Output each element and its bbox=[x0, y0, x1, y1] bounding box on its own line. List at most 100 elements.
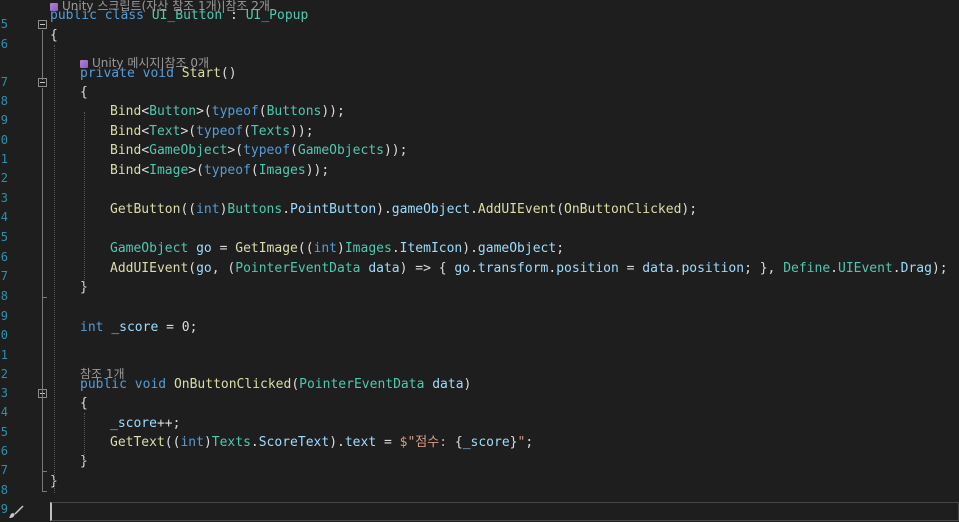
code-token: transform bbox=[477, 261, 549, 276]
code-token: Bind bbox=[110, 124, 142, 139]
code-token: ); bbox=[931, 261, 948, 276]
code-token: int bbox=[313, 241, 338, 256]
code-token: Text bbox=[149, 124, 181, 139]
code-line[interactable]: GetText((int)Texts.ScoreText).text = $"점… bbox=[110, 433, 533, 452]
line-number: 1 bbox=[0, 152, 8, 166]
line-number: 4 bbox=[0, 210, 8, 224]
code-token: _score bbox=[462, 435, 510, 450]
code-token: ( bbox=[250, 163, 259, 178]
code-token: Bind bbox=[110, 143, 142, 158]
code-token: AddUIEvent bbox=[477, 202, 557, 217]
code-token: GetText bbox=[110, 435, 165, 450]
code-token: ( bbox=[556, 202, 565, 217]
code-token: . bbox=[470, 261, 478, 276]
line-number: 9 bbox=[0, 502, 8, 516]
line-number: 4 bbox=[0, 405, 8, 419]
code-token: PointerEventData bbox=[299, 377, 425, 392]
code-token: _score bbox=[110, 416, 157, 431]
code-token: . bbox=[470, 202, 478, 217]
code-line[interactable]: Bind<GameObject>(typeof(GameObjects)); bbox=[110, 141, 407, 160]
line-number: 6 bbox=[0, 250, 8, 264]
code-token: (( bbox=[297, 241, 314, 256]
line-number: 9 bbox=[0, 113, 8, 127]
line-number: 3 bbox=[0, 386, 8, 400]
code-token: UIEvent bbox=[838, 261, 893, 276]
code-line[interactable]: { bbox=[50, 26, 58, 45]
quick-actions-brush-icon[interactable] bbox=[8, 505, 24, 519]
code-token: (( bbox=[164, 435, 181, 450]
line-number: 1 bbox=[0, 348, 8, 362]
code-token: GameObjects bbox=[297, 143, 384, 158]
code-token: ). bbox=[376, 202, 392, 217]
code-token: OnButtonClicked bbox=[173, 377, 292, 392]
code-token: ; bbox=[556, 241, 565, 256]
code-line[interactable]: _score++; bbox=[110, 414, 180, 433]
code-line[interactable]: { bbox=[80, 394, 88, 413]
code-token: >( bbox=[227, 143, 244, 158]
code-line[interactable]: GetButton((int)Buttons.PointButton).game… bbox=[110, 200, 697, 219]
code-token: . bbox=[548, 261, 557, 276]
code-token: ) bbox=[203, 435, 212, 450]
code-line[interactable]: public void OnButtonClicked(PointerEvent… bbox=[80, 375, 471, 394]
code-token: Images bbox=[258, 163, 306, 178]
code-token: < bbox=[141, 143, 150, 158]
codelens-class[interactable]: Unity 스크립트(자산 참조 1개)|참조 2개 bbox=[50, 0, 270, 16]
codelens-start[interactable]: Unity 메시지|참조 0개 bbox=[80, 54, 209, 73]
line-number: 0 bbox=[0, 328, 8, 342]
code-token: < bbox=[141, 124, 150, 139]
line-number: 6 bbox=[0, 444, 8, 458]
code-token: ( bbox=[188, 261, 197, 276]
current-line-highlight[interactable] bbox=[50, 502, 959, 521]
code-token: gameObject bbox=[477, 241, 557, 256]
code-token: text bbox=[344, 435, 377, 450]
line-number: 2 bbox=[0, 367, 8, 381]
code-token: gameObject bbox=[391, 202, 471, 217]
line-number: 7 bbox=[0, 269, 8, 283]
code-token: (( bbox=[180, 202, 197, 217]
code-token: } bbox=[509, 435, 518, 450]
code-token: data bbox=[432, 377, 464, 392]
code-line[interactable]: Bind<Text>(typeof(Texts)); bbox=[110, 122, 314, 141]
code-line[interactable]: { bbox=[80, 83, 88, 102]
codelens-onclick[interactable]: 참조 1개 bbox=[80, 365, 125, 384]
code-token: ) => { bbox=[399, 261, 455, 276]
code-line[interactable]: Bind<Image>(typeof(Images)); bbox=[110, 161, 329, 180]
code-token: ++; bbox=[156, 416, 181, 431]
code-token: GameObject bbox=[149, 143, 228, 158]
code-token: go bbox=[196, 261, 212, 276]
code-token: position bbox=[556, 261, 619, 276]
code-token: ( bbox=[291, 377, 300, 392]
code-token: ( bbox=[290, 143, 298, 158]
codelens-text: Unity 스크립트(자산 참조 1개)|참조 2개 bbox=[62, 0, 270, 13]
code-token: ; bbox=[189, 320, 198, 335]
indent-guide bbox=[54, 45, 55, 493]
line-number: 0 bbox=[0, 133, 8, 147]
line-number: 3 bbox=[0, 191, 8, 205]
code-line[interactable]: AddUIEvent(go, (PointerEventData data) =… bbox=[110, 259, 948, 278]
code-token: typeof bbox=[203, 163, 251, 178]
code-line[interactable]: Bind<Button>(typeof(Buttons)); bbox=[110, 102, 345, 121]
code-token: ( bbox=[243, 124, 251, 139]
code-line[interactable]: int _score = 0; bbox=[80, 318, 197, 337]
code-token: { bbox=[454, 435, 463, 450]
code-token: Texts bbox=[250, 124, 291, 139]
collapse-toggle-icon[interactable] bbox=[38, 20, 47, 29]
code-token: . bbox=[282, 202, 291, 217]
code-token: { bbox=[80, 85, 88, 100]
code-token: void bbox=[134, 377, 167, 392]
code-token: < bbox=[141, 104, 150, 119]
code-token: >( bbox=[180, 124, 197, 139]
code-token: PointerEventData bbox=[235, 261, 361, 276]
codelens-text: 참조 1개 bbox=[80, 367, 125, 381]
code-line[interactable]: GameObject go = GetImage((int)Images.Ite… bbox=[110, 239, 564, 258]
code-token: ( bbox=[258, 104, 267, 119]
code-token: int bbox=[80, 320, 104, 335]
code-token: typeof bbox=[196, 124, 244, 139]
code-token: ) bbox=[463, 377, 472, 392]
code-token: )); bbox=[383, 143, 408, 158]
code-token: Drag bbox=[900, 261, 932, 276]
code-token: () bbox=[220, 66, 237, 81]
line-number: 7 bbox=[0, 463, 8, 477]
line-number: 7 bbox=[0, 75, 8, 89]
